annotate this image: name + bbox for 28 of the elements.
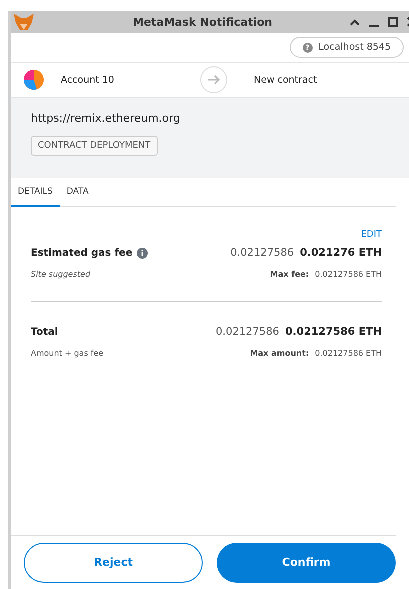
arrow-right-icon	[200, 66, 228, 94]
maximize-icon[interactable]	[388, 17, 398, 27]
max-label: Max amount:	[250, 349, 310, 358]
info-icon[interactable]	[136, 248, 148, 258]
eth-amount: 0.021276 ETH	[300, 247, 382, 259]
edit-link[interactable]: EDIT	[361, 230, 382, 240]
row-sublabel: Site suggested	[31, 270, 91, 279]
recipient-label: New contract	[254, 74, 318, 86]
caret-up-icon[interactable]	[350, 18, 360, 26]
max-value: 0.02127586 ETH	[315, 270, 382, 279]
max-value: 0.02127586 ETH	[315, 349, 382, 358]
transaction-type-tag: CONTRACT DEPLOYMENT	[31, 136, 158, 156]
account-name: Account 10	[61, 74, 114, 86]
window-title: MetaMask Notification	[133, 16, 272, 28]
eth-amount: 0.02127586 ETH	[285, 326, 382, 338]
account-avatar-icon	[24, 70, 44, 90]
row-label: Estimated gas fee	[31, 248, 133, 258]
tab[interactable]: DETAILS	[11, 178, 60, 207]
reject-button[interactable]: Reject	[24, 542, 204, 582]
fiat-amount: 0.02127586	[216, 326, 280, 338]
tab[interactable]: DATA	[60, 178, 96, 207]
row-label: Total	[31, 326, 58, 338]
fiat-amount: 0.02127586	[230, 247, 294, 259]
origin-url: https://remix.ethereum.org	[31, 112, 182, 125]
row-sublabel: Amount + gas fee	[31, 349, 104, 358]
max-label: Max fee:	[270, 270, 310, 279]
fox-logo-icon	[13, 13, 35, 31]
confirm-button[interactable]: Confirm	[217, 542, 396, 582]
